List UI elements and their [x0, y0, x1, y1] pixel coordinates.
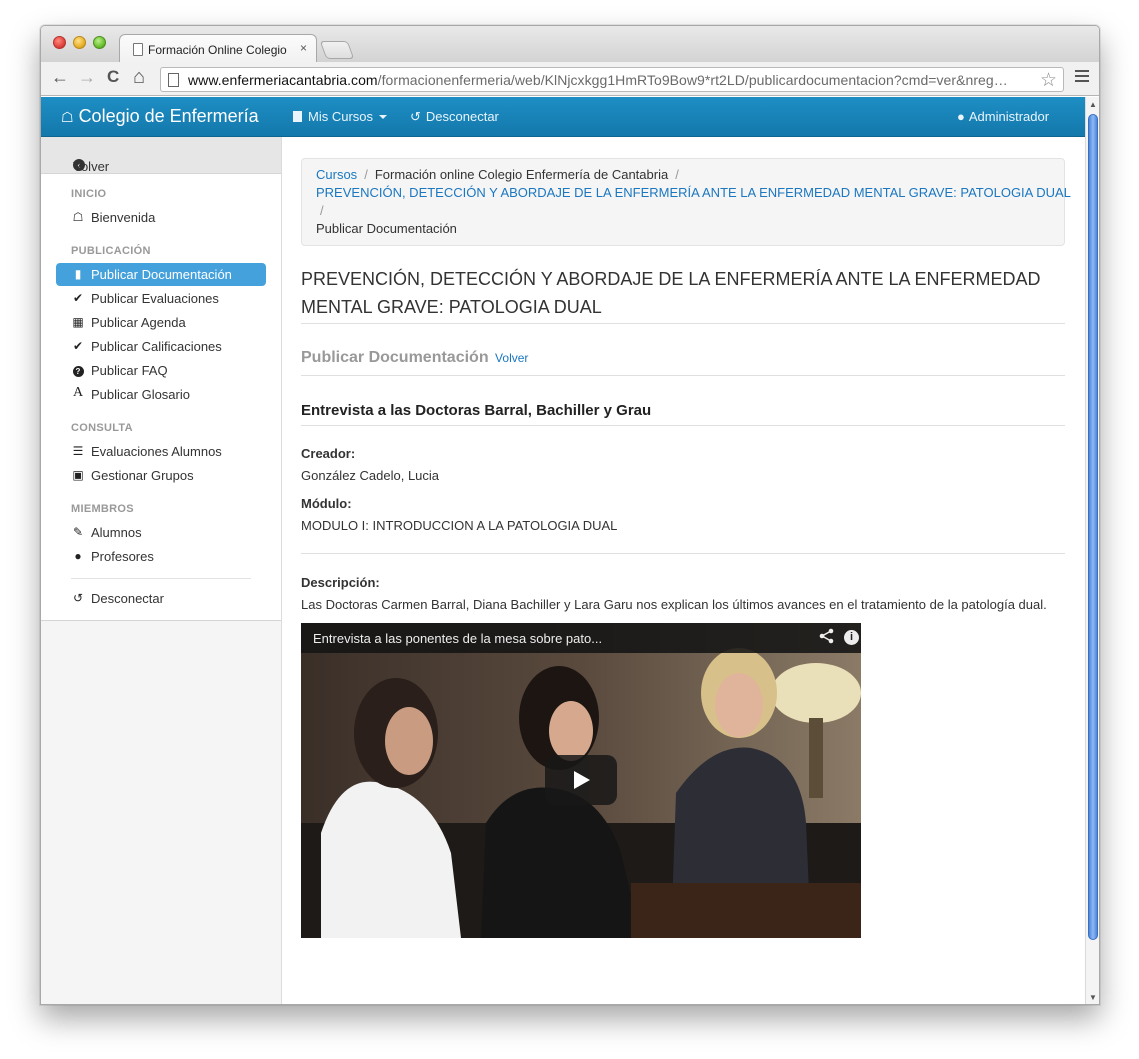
vertical-scrollbar[interactable]: ▲ ▼ — [1085, 97, 1099, 1004]
check-icon: ✔ — [72, 291, 84, 305]
section-title: Publicar Documentación Volver — [301, 349, 529, 366]
sidebar-item-evaluaciones-alumnos[interactable]: ☰ Evaluaciones Alumnos — [56, 440, 266, 463]
back-arrow-icon[interactable]: ← — [51, 67, 69, 87]
descripcion-label: Descripción: — [301, 575, 380, 590]
document-title: Entrevista a las Doctoras Barral, Bachil… — [301, 402, 652, 419]
play-icon — [574, 771, 590, 789]
tab-title: Formación Online Colegio — [148, 43, 287, 57]
logout-icon: ↺ — [410, 109, 421, 124]
sidebar-item-publicar-calificaciones[interactable]: ✔ Publicar Calificaciones — [56, 335, 266, 358]
sidebar-menu: INICIO ☖ Bienvenida PUBLICACIÓN ▮ Publicar… — [41, 174, 281, 621]
briefcase-icon: ▣ — [72, 468, 84, 482]
file-icon: ▮ — [74, 267, 82, 281]
bookmark-star-icon[interactable]: ☆ — [1040, 69, 1057, 92]
tab-strip: Formación Online Colegio × — [41, 26, 1099, 63]
calendar-icon: ▦ — [72, 315, 84, 329]
browser-toolbar: ← → C ⌂ www.enfermeriacantabria.com/form… — [41, 62, 1099, 96]
caret-down-icon — [379, 115, 388, 119]
sidebar-divider — [71, 578, 251, 579]
scrollbar-thumb[interactable] — [1088, 114, 1098, 940]
doc-title-divider — [301, 425, 1065, 426]
address-bar[interactable]: www.enfermeriacantabria.com/formacionenf… — [160, 67, 1064, 92]
back-to-courses-link[interactable]: ‹Volver a Mis Cursos — [41, 137, 281, 204]
video-title[interactable]: Entrevista a las ponentes de la mesa sob… — [313, 631, 602, 646]
descripcion-value: Las Doctoras Carmen Barral, Diana Bachil… — [301, 597, 1047, 612]
question-circle-icon: ? — [71, 363, 85, 377]
minimize-window-button[interactable] — [73, 36, 86, 49]
volver-link[interactable]: Volver — [495, 351, 528, 365]
home-icon: ☖ — [72, 210, 84, 224]
sidebar-item-bienvenida[interactable]: ☖ Bienvenida — [56, 206, 266, 229]
reload-icon[interactable]: C — [107, 67, 119, 87]
page-icon — [168, 73, 179, 87]
creador-label: Creador: — [301, 446, 356, 461]
home-icon[interactable]: ⌂ — [133, 67, 145, 87]
browser-tab[interactable]: Formación Online Colegio × — [119, 34, 317, 63]
screenshot-stage: Formación Online Colegio × ← → C ⌂ www.e… — [0, 0, 1139, 1059]
admin-user-link[interactable]: ● Administrador — [957, 109, 1049, 124]
new-tab-button[interactable] — [319, 41, 355, 59]
brand-link[interactable]: ☖ Colegio de Enfermería — [61, 106, 259, 127]
sidebar-item-publicar-faq[interactable]: ? Publicar FAQ — [56, 359, 266, 382]
list-icon: ☰ — [72, 444, 84, 458]
hamburger-menu-icon[interactable] — [1075, 70, 1089, 85]
sidebar: ‹Volver a Mis Cursos INICIO ☖Bienvenida … — [41, 137, 282, 1004]
breadcrumb-curso-link[interactable]: PREVENCIÓN, DETECCIÓN Y ABORDAJE DE LA E… — [316, 185, 1071, 200]
check-icon: ✔ — [72, 339, 84, 353]
creador-value: González Cadelo, Lucia — [301, 468, 440, 483]
breadcrumb-formacion-link[interactable]: Formación online Colegio Enfermería de C… — [375, 167, 668, 182]
page-title: PREVENCIÓN, DETECCIÓN Y ABORDAJE DE LA E… — [301, 269, 1041, 317]
sidebar-item-publicar-evaluaciones[interactable]: ✔ Publicar Evaluaciones — [56, 287, 266, 310]
home-icon: ☖ — [61, 109, 74, 125]
sidebar-heading-publicacion: PUBLICACIÓN — [71, 245, 151, 257]
breadcrumb-separator: / — [320, 203, 324, 218]
pencil-icon: ✎ — [72, 525, 84, 539]
share-icon[interactable] — [819, 628, 834, 648]
sidebar-logout-link[interactable]: ↺ Desconectar — [56, 587, 266, 610]
sidebar-heading-consulta: CONSULTA — [71, 422, 133, 434]
book-icon — [293, 111, 302, 122]
font-icon: A — [72, 385, 84, 400]
close-window-button[interactable] — [53, 36, 66, 49]
info-icon[interactable]: i — [844, 630, 859, 645]
sidebar-item-alumnos[interactable]: ✎ Alumnos — [56, 521, 266, 544]
section-divider — [301, 375, 1065, 376]
sidebar-item-publicar-agenda[interactable]: ▦ Publicar Agenda — [56, 311, 266, 334]
forward-arrow-icon[interactable]: → — [78, 67, 96, 87]
browser-window: Formación Online Colegio × ← → C ⌂ www.e… — [40, 25, 1100, 1005]
scroll-down-icon[interactable]: ▼ — [1089, 993, 1097, 1002]
mis-cursos-dropdown[interactable]: Mis Cursos — [293, 109, 388, 124]
video-player[interactable]: Entrevista a las ponentes de la mesa sob… — [301, 623, 861, 938]
scroll-up-icon[interactable]: ▲ — [1089, 100, 1097, 109]
zoom-window-button[interactable] — [93, 36, 106, 49]
user-icon: ● — [957, 109, 965, 124]
breadcrumb-cursos-link[interactable]: Cursos — [316, 167, 357, 182]
sidebar-item-publicar-documentacion[interactable]: ▮ Publicar Documentación — [56, 263, 266, 286]
play-button[interactable] — [545, 755, 617, 805]
modulo-value: MODULO I: INTRODUCCION A LA PATOLOGIA DU… — [301, 518, 618, 533]
modulo-label: Módulo: — [301, 496, 352, 511]
sidebar-heading-miembros: MIEMBROS — [71, 503, 134, 515]
sidebar-item-publicar-glosario[interactable]: A Publicar Glosario — [56, 383, 266, 406]
url-text: www.enfermeriacantabria.com/formacionenf… — [188, 72, 1008, 88]
fields-divider — [301, 553, 1065, 554]
document-icon — [133, 43, 143, 56]
sidebar-item-profesores[interactable]: ● Profesores — [56, 545, 266, 568]
app-navbar: ☖ Colegio de Enfermería Mis Cursos ↺ Desco… — [41, 97, 1085, 137]
title-divider — [301, 323, 1065, 324]
logout-icon: ↺ — [72, 591, 84, 605]
tab-close-icon[interactable]: × — [300, 41, 307, 55]
sidebar-heading-inicio: INICIO — [71, 188, 107, 200]
breadcrumb: Cursos / Formación online Colegio Enfermer… — [301, 158, 1071, 246]
breadcrumb-current: Publicar Documentación — [316, 221, 457, 236]
navbar-logout-link[interactable]: ↺ Desconectar — [410, 109, 499, 125]
user-icon: ● — [74, 549, 82, 563]
sidebar-item-gestionar-grupos[interactable]: ▣ Gestionar Grupos — [56, 464, 266, 487]
page-viewport: ☖ Colegio de Enfermería Mis Cursos ↺ Desco… — [41, 97, 1085, 1004]
